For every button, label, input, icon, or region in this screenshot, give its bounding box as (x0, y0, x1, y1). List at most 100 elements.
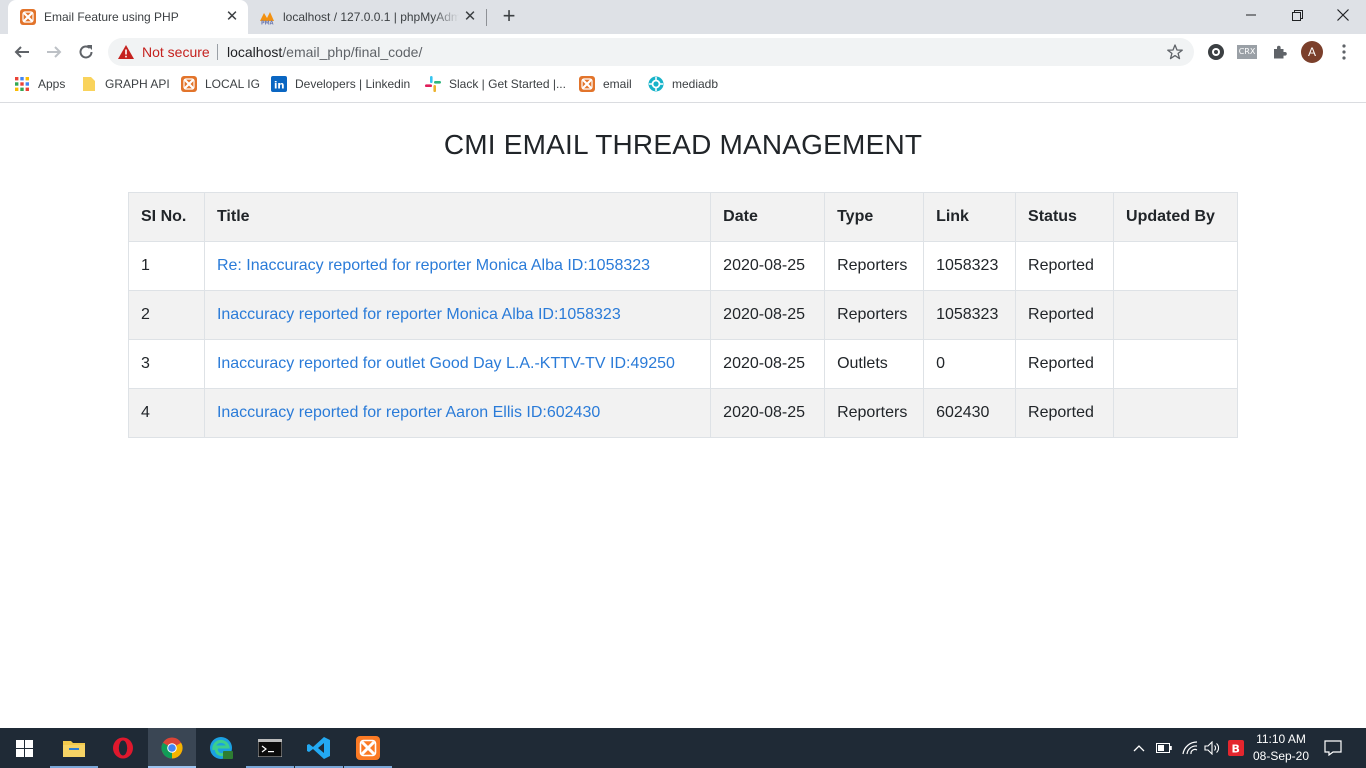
taskbar-edge[interactable] (197, 728, 245, 768)
wifi-icon[interactable] (1180, 728, 1200, 768)
svg-text:PMA: PMA (261, 21, 274, 26)
cell-link: 0 (923, 339, 1017, 389)
show-hidden-icons-chevron-icon[interactable] (1130, 728, 1148, 768)
taskbar-file-explorer[interactable] (50, 728, 98, 768)
table-row: 2 Inaccuracy reported for reporter Monic… (128, 290, 1238, 340)
omnibox-divider (217, 44, 218, 60)
cell-link: 1058323 (923, 241, 1017, 291)
cell-type: Reporters (824, 241, 925, 291)
forward-button[interactable] (40, 38, 68, 66)
close-icon[interactable]: ✕ (224, 9, 240, 25)
url-host: localhost (227, 44, 283, 60)
bookmark-graph-api[interactable]: GRAPH API (81, 76, 170, 92)
cell-status: Reported (1015, 388, 1115, 438)
cell-title: Inaccuracy reported for reporter Monica … (203, 290, 712, 340)
cell-status: Reported (1015, 339, 1115, 389)
reload-button[interactable] (72, 38, 100, 66)
address-bar[interactable]: Not secure localhost/email_php/final_cod… (108, 38, 1194, 66)
tab-email-feature[interactable]: Email Feature using PHP ✕ (8, 0, 248, 34)
volume-icon[interactable] (1202, 728, 1222, 768)
cell-si-no: 2 (128, 290, 205, 340)
restore-icon (1291, 9, 1303, 21)
bookmark-developers-linkedin[interactable]: in Developers | Linkedin (271, 76, 410, 92)
security-status[interactable]: Not secure (142, 44, 210, 60)
extension-icon[interactable] (1206, 42, 1226, 62)
bookmark-local-ig[interactable]: LOCAL IG (181, 76, 260, 92)
tab-strip: Email Feature using PHP ✕ PMA localhost … (0, 0, 1366, 34)
terminal-icon (258, 739, 282, 757)
cell-title: Re: Inaccuracy reported for reporter Mon… (203, 241, 712, 291)
edge-icon (210, 737, 233, 759)
xampp-icon (181, 76, 197, 92)
column-header-si-no: SI No. (128, 192, 205, 242)
notifications-icon[interactable] (1322, 728, 1344, 768)
bookmark-slack[interactable]: Slack | Get Started |... (425, 76, 566, 92)
page-title: CMI EMAIL THREAD MANAGEMENT (443, 129, 923, 160)
phpmyadmin-icon: PMA (259, 9, 275, 27)
taskbar-terminal[interactable] (246, 728, 294, 768)
minimize-button[interactable] (1228, 0, 1274, 30)
slack-icon (425, 76, 441, 92)
bookmark-label: LOCAL IG (205, 77, 260, 91)
svg-text:in: in (274, 81, 285, 92)
tab-title: Email Feature using PHP (44, 10, 179, 24)
table-row: 1 Re: Inaccuracy reported for reporter M… (128, 241, 1238, 291)
bookmark-email[interactable]: email (579, 76, 632, 92)
taskbar-chrome[interactable] (148, 728, 196, 768)
bookmark-mediadb[interactable]: mediadb (648, 76, 718, 92)
bookmark-label: mediadb (672, 77, 719, 91)
restore-button[interactable] (1274, 0, 1320, 30)
cell-date: 2020-08-25 (710, 241, 826, 291)
crx-extension-icon[interactable]: CRX (1237, 42, 1257, 62)
column-header-status: Status (1015, 192, 1115, 242)
cell-link: 1058323 (923, 290, 1017, 340)
thread-title-link[interactable]: Inaccuracy reported for reporter Aaron E… (217, 404, 600, 421)
column-header-date: Date (710, 192, 826, 242)
menu-kebab-icon[interactable] (1334, 42, 1354, 62)
extensions-puzzle-icon[interactable] (1270, 42, 1290, 62)
linkedin-icon: in (271, 76, 287, 92)
thread-title-link[interactable]: Inaccuracy reported for outlet Good Day … (217, 355, 675, 372)
antivirus-b-icon[interactable]: B (1226, 728, 1246, 768)
cell-updated-by (1113, 339, 1238, 389)
system-clock[interactable]: 11:10 AM 08-Sep-20 (1248, 731, 1314, 765)
url-text[interactable]: localhost/email_php/final_code/ (227, 44, 422, 60)
thread-title-link[interactable]: Re: Inaccuracy reported for reporter Mon… (217, 257, 650, 274)
close-icon[interactable]: ✕ (462, 9, 478, 25)
svg-text:B: B (1232, 743, 1240, 756)
forward-arrow-icon (47, 46, 62, 58)
back-button[interactable] (8, 38, 36, 66)
warning-icon[interactable] (118, 45, 134, 64)
cell-date: 2020-08-25 (710, 339, 826, 389)
close-window-button[interactable] (1320, 0, 1366, 30)
file-explorer-icon (63, 741, 85, 757)
email-thread-table: SI No. Title Date Type Link Status Updat… (128, 192, 1238, 438)
apps-grid-icon (14, 76, 30, 92)
bookmark-star-icon[interactable] (1167, 44, 1183, 65)
cell-status: Reported (1015, 241, 1115, 291)
page-content: CMI EMAIL THREAD MANAGEMENT SI No. Title… (0, 103, 1366, 728)
mediadb-icon (648, 76, 664, 92)
profile-avatar[interactable]: A (1301, 41, 1323, 63)
cell-status: Reported (1015, 290, 1115, 340)
taskbar-opera[interactable] (99, 728, 147, 768)
thread-title-link[interactable]: Inaccuracy reported for reporter Monica … (217, 306, 621, 323)
cell-si-no: 3 (128, 339, 205, 389)
bookmark-apps[interactable]: Apps (14, 76, 65, 92)
folder-icon (81, 76, 97, 92)
bookmarks-bar: Apps GRAPH API LOCAL IG in Developers | … (0, 70, 1366, 98)
clock-date: 08-Sep-20 (1252, 749, 1310, 763)
bookmark-label: Apps (38, 77, 66, 91)
taskbar-vscode[interactable] (295, 728, 343, 768)
battery-icon[interactable] (1154, 728, 1174, 768)
cell-updated-by (1113, 290, 1238, 340)
start-button[interactable] (0, 728, 48, 768)
tab-phpmyadmin[interactable]: PMA localhost / 127.0.0.1 | phpMyAdmin ✕ (250, 0, 486, 34)
bookmark-label: email (603, 77, 632, 91)
new-tab-button[interactable]: + (498, 5, 520, 28)
bookmark-label: GRAPH API (105, 77, 170, 91)
back-arrow-icon (14, 46, 29, 58)
reload-icon (79, 45, 93, 59)
xampp-icon (356, 736, 380, 760)
taskbar-xampp[interactable] (344, 728, 392, 768)
